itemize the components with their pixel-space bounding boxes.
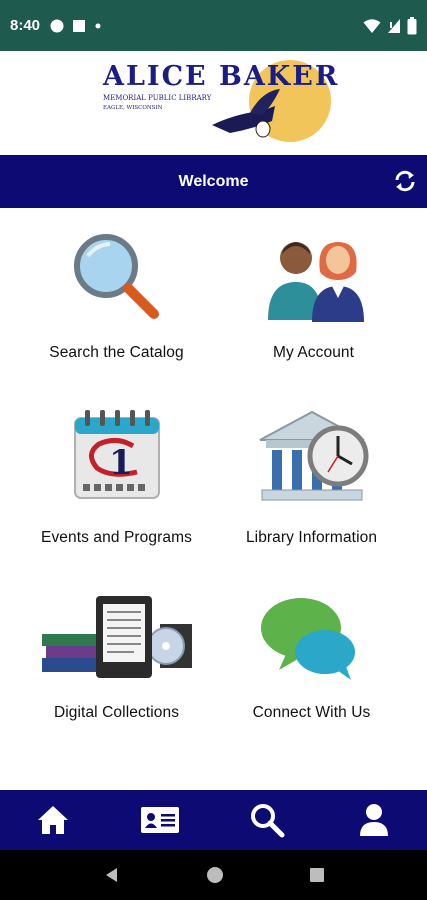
nav-home-button[interactable] (23, 790, 83, 850)
tile-label: Search the Catalog (49, 344, 184, 361)
tile-label: Library Information (245, 529, 378, 546)
tile-library-information[interactable]: Library Information (205, 408, 418, 547)
page-title: Welcome (178, 172, 249, 190)
id-card-icon (141, 807, 180, 833)
user-icon (359, 804, 388, 836)
calendar-icon: 1 (73, 410, 160, 499)
cell-signal-icon (388, 18, 400, 33)
tile-search-catalog[interactable]: Search the Catalog (10, 228, 223, 362)
svg-text:1: 1 (109, 443, 133, 483)
library-logo: ALICE BAKER MEMORIAL PUBLIC LIBRARY EAGL… (0, 51, 427, 155)
refresh-button[interactable] (393, 169, 417, 193)
status-system-icons (363, 16, 417, 35)
dot-notification-icon (95, 23, 101, 28)
refresh-icon (395, 170, 415, 192)
header-bar: Welcome (0, 155, 427, 208)
recents-icon[interactable] (309, 867, 325, 883)
tile-digital-collections[interactable]: Digital Collections (10, 594, 223, 722)
status-notification-icons (50, 19, 102, 33)
menu-grid: Search the Catalog My Account 1 Events a… (0, 208, 427, 790)
magnifier-icon (73, 234, 159, 319)
square-notification-icon (73, 19, 86, 32)
status-time: 8:40 (10, 17, 41, 34)
library-clock-icon (259, 410, 368, 501)
circle-notification-icon (50, 19, 64, 32)
home-icon (38, 806, 69, 834)
tile-events-programs[interactable]: 1 Events and Programs (10, 408, 223, 547)
bottom-nav (0, 790, 427, 850)
tile-connect-with-us[interactable]: Connect With Us (205, 594, 418, 722)
status-bar: 8:40 (0, 0, 427, 51)
people-icon (267, 242, 364, 322)
home-circle-icon[interactable] (206, 866, 224, 884)
search-icon (250, 804, 285, 838)
books-ereader-icon (41, 596, 192, 678)
tile-label: Connect With Us (252, 704, 371, 721)
tile-label: My Account (272, 344, 355, 361)
logo-location: EAGLE, WISCONSIN (103, 105, 163, 111)
nav-card-button[interactable] (130, 790, 190, 850)
chat-bubbles-icon (260, 598, 355, 680)
logo-subtitle: MEMORIAL PUBLIC LIBRARY (103, 94, 212, 102)
wifi-icon (363, 18, 381, 33)
back-icon[interactable] (103, 866, 121, 884)
system-nav-bar (0, 850, 427, 900)
nav-search-button[interactable] (237, 790, 297, 850)
tile-my-account[interactable]: My Account (207, 228, 420, 362)
tile-label: Events and Programs (41, 529, 192, 546)
eagle-icon (212, 89, 280, 138)
nav-account-button[interactable] (344, 790, 404, 850)
logo-title: ALICE BAKER (102, 61, 339, 92)
tile-label: Digital Collections (53, 704, 180, 721)
battery-icon (407, 16, 417, 34)
